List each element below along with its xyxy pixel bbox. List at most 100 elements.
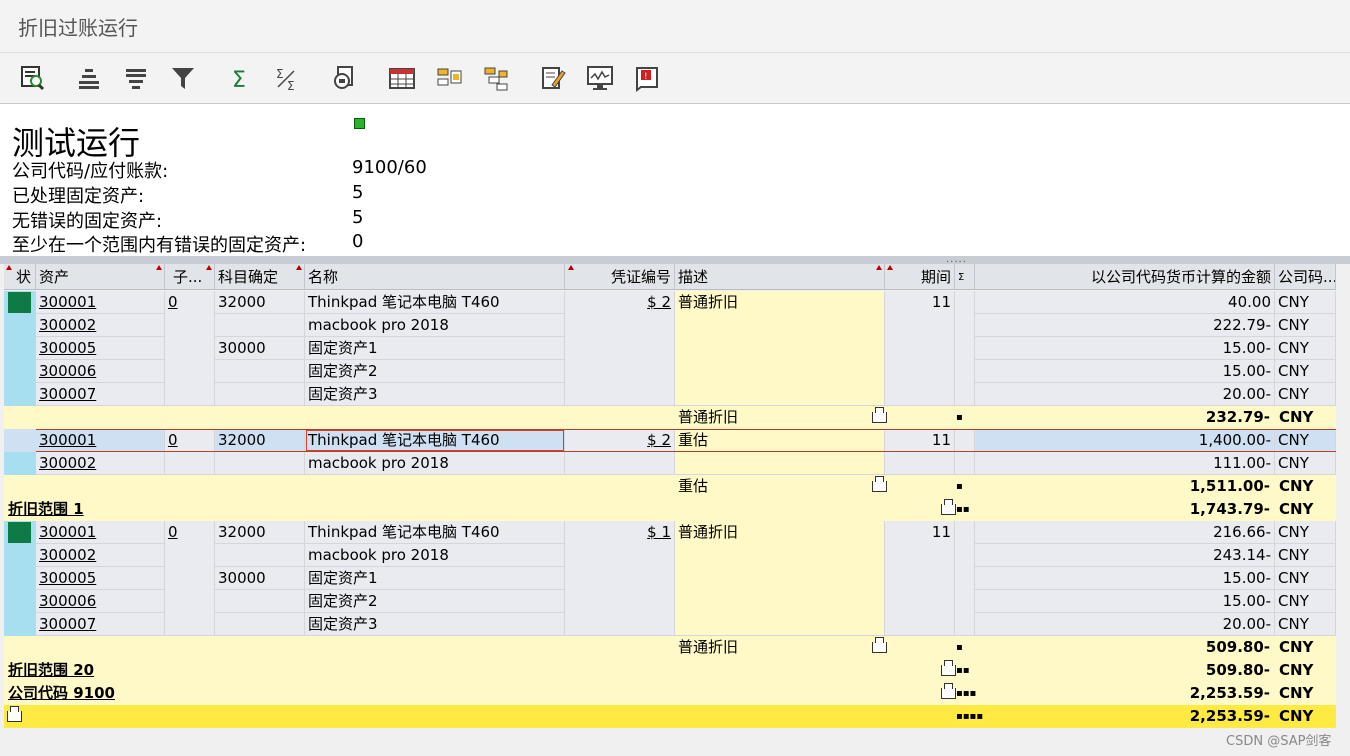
col-header-currency[interactable]: 公司码... [1275, 264, 1336, 290]
sort-marker-icon [6, 265, 12, 270]
asset-link[interactable]: 300001 [36, 429, 165, 452]
asset-name[interactable]: 固定资产1 [305, 337, 565, 360]
amount: 216.66- [975, 521, 1275, 544]
level-dots: ▪▪ [956, 665, 970, 676]
asset-link[interactable]: 300007 [36, 613, 165, 636]
printer-icon[interactable] [941, 499, 956, 515]
printer-icon[interactable] [872, 637, 887, 653]
error-free-assets-label: 无错误的固定资产: [12, 211, 163, 232]
sort-ascending-icon[interactable] [72, 61, 106, 95]
asset-name[interactable]: Thinkpad 笔记本电脑 T460 [305, 291, 565, 314]
level-dots: ▪▪▪ [956, 688, 977, 699]
asset-name[interactable]: macbook pro 2018 [305, 544, 565, 567]
col-header-account[interactable]: 科目确定 [215, 264, 305, 290]
asset-link[interactable]: 300001 [36, 291, 165, 314]
total-currency: CNY [1279, 500, 1314, 518]
grand-total-row[interactable]: ▪▪▪▪ 2,253.59- CNY [4, 705, 1336, 729]
print-preview-icon[interactable] [327, 61, 361, 95]
printer-icon[interactable] [872, 407, 887, 423]
asset-link[interactable]: 300006 [36, 360, 165, 383]
col-header-doc[interactable]: 凭证编号 [565, 264, 675, 290]
asset-link[interactable]: 300002 [36, 452, 165, 475]
select-layout-icon[interactable] [479, 61, 513, 95]
printer-icon[interactable] [7, 706, 22, 722]
sum-icon[interactable]: Σ [222, 61, 256, 95]
abc-analysis-icon[interactable] [536, 61, 570, 95]
doc-number-link[interactable]: $ 2 [565, 291, 675, 406]
sigma-cell [955, 291, 975, 406]
sigma-cell [955, 521, 975, 636]
printer-icon[interactable] [941, 660, 956, 676]
sub-number-link[interactable]: 0 [165, 291, 215, 406]
svg-text:Σ: Σ [276, 67, 284, 81]
col-header-amount[interactable]: 以公司代码货币计算的金额 [975, 264, 1275, 290]
company-code-label: 公司代码/应付账款: [12, 161, 169, 182]
col-header-asset[interactable]: 资产 [36, 264, 165, 290]
asset-link[interactable]: 300002 [36, 314, 165, 337]
asset-name[interactable]: 固定资产2 [305, 590, 565, 613]
asset-link[interactable]: 300001 [36, 521, 165, 544]
asset-link[interactable]: 300005 [36, 337, 165, 360]
svg-text:Σ: Σ [287, 79, 295, 93]
export-icon[interactable] [432, 61, 466, 95]
subtotal-row[interactable]: 普通折旧 ▪ 232.79- CNY [4, 406, 1336, 430]
currency: CNY [1275, 613, 1336, 636]
currency: CNY [1275, 567, 1336, 590]
sub-number-link[interactable]: 0 [165, 429, 215, 475]
toolbar: Σ ΣΣ ! [0, 53, 1350, 104]
sort-marker-icon [296, 265, 302, 270]
col-header-period[interactable]: 期间 [885, 264, 955, 290]
doc-number-link[interactable]: $ 2 [565, 429, 675, 475]
watermark: CSDN @SAP剑客 [1226, 734, 1332, 749]
asset-name[interactable]: Thinkpad 笔记本电脑 T460 [305, 429, 565, 452]
level-dots: ▪ [956, 412, 963, 423]
total-amount: 2,253.59- [1189, 707, 1270, 725]
printer-icon[interactable] [941, 683, 956, 699]
asset-name[interactable]: 固定资产3 [305, 613, 565, 636]
subtotal-icon[interactable]: ΣΣ [270, 61, 304, 95]
sort-descending-icon[interactable] [119, 61, 153, 95]
asset-link[interactable]: 300006 [36, 590, 165, 613]
account-determination [215, 452, 305, 475]
currency: CNY [1275, 360, 1336, 383]
total-amount: 509.80- [1205, 638, 1270, 656]
sort-marker-icon [206, 265, 212, 270]
total-currency: CNY [1279, 408, 1314, 426]
total-currency: CNY [1279, 661, 1314, 679]
asset-name[interactable]: 固定资产3 [305, 383, 565, 406]
col-header-desc[interactable]: 描述 [675, 264, 885, 290]
range-total-row[interactable]: 折旧范围 20 ▪▪ 509.80- CNY [4, 659, 1336, 683]
subtotal-row[interactable]: 普通折旧 ▪ 509.80- CNY [4, 636, 1336, 660]
detail-icon[interactable] [16, 61, 50, 95]
printer-icon[interactable] [872, 476, 887, 492]
currency: CNY [1275, 590, 1336, 613]
company-total-row[interactable]: 公司代码 9100 ▪▪▪ 2,253.59- CNY [4, 682, 1336, 706]
bottom-bar [0, 728, 1350, 756]
views-icon[interactable]: ! [630, 61, 664, 95]
asset-name[interactable]: macbook pro 2018 [305, 452, 565, 475]
graphic-icon[interactable] [583, 61, 617, 95]
asset-link[interactable]: 300002 [36, 544, 165, 567]
asset-name[interactable]: macbook pro 2018 [305, 314, 565, 337]
total-amount: 1,511.00- [1189, 477, 1270, 495]
asset-link[interactable]: 300007 [36, 383, 165, 406]
sub-number-link[interactable]: 0 [165, 521, 215, 636]
doc-number-link[interactable]: $ 1 [565, 521, 675, 636]
range-total-row[interactable]: 折旧范围 1 ▪▪ 1,743.79- CNY [4, 498, 1336, 522]
filter-icon[interactable] [166, 61, 200, 95]
asset-name[interactable]: Thinkpad 笔记本电脑 T460 [305, 521, 565, 544]
account-determination: 30000 [215, 337, 305, 360]
splitter[interactable]: ..... [0, 254, 1350, 265]
asset-name[interactable]: 固定资产2 [305, 360, 565, 383]
subtotal-row[interactable]: 重估 ▪ 1,511.00- CNY [4, 475, 1336, 499]
currency: CNY [1275, 521, 1336, 544]
total-amount: 1,743.79- [1189, 500, 1270, 518]
layout-icon[interactable] [385, 61, 419, 95]
asset-link[interactable]: 300005 [36, 567, 165, 590]
col-header-name[interactable]: 名称 [305, 264, 565, 290]
total-currency: CNY [1279, 477, 1314, 495]
status-green-icon [8, 292, 31, 313]
col-header-sigma[interactable]: Σ [955, 264, 975, 290]
svg-text:!: ! [644, 72, 648, 82]
asset-name[interactable]: 固定资产1 [305, 567, 565, 590]
